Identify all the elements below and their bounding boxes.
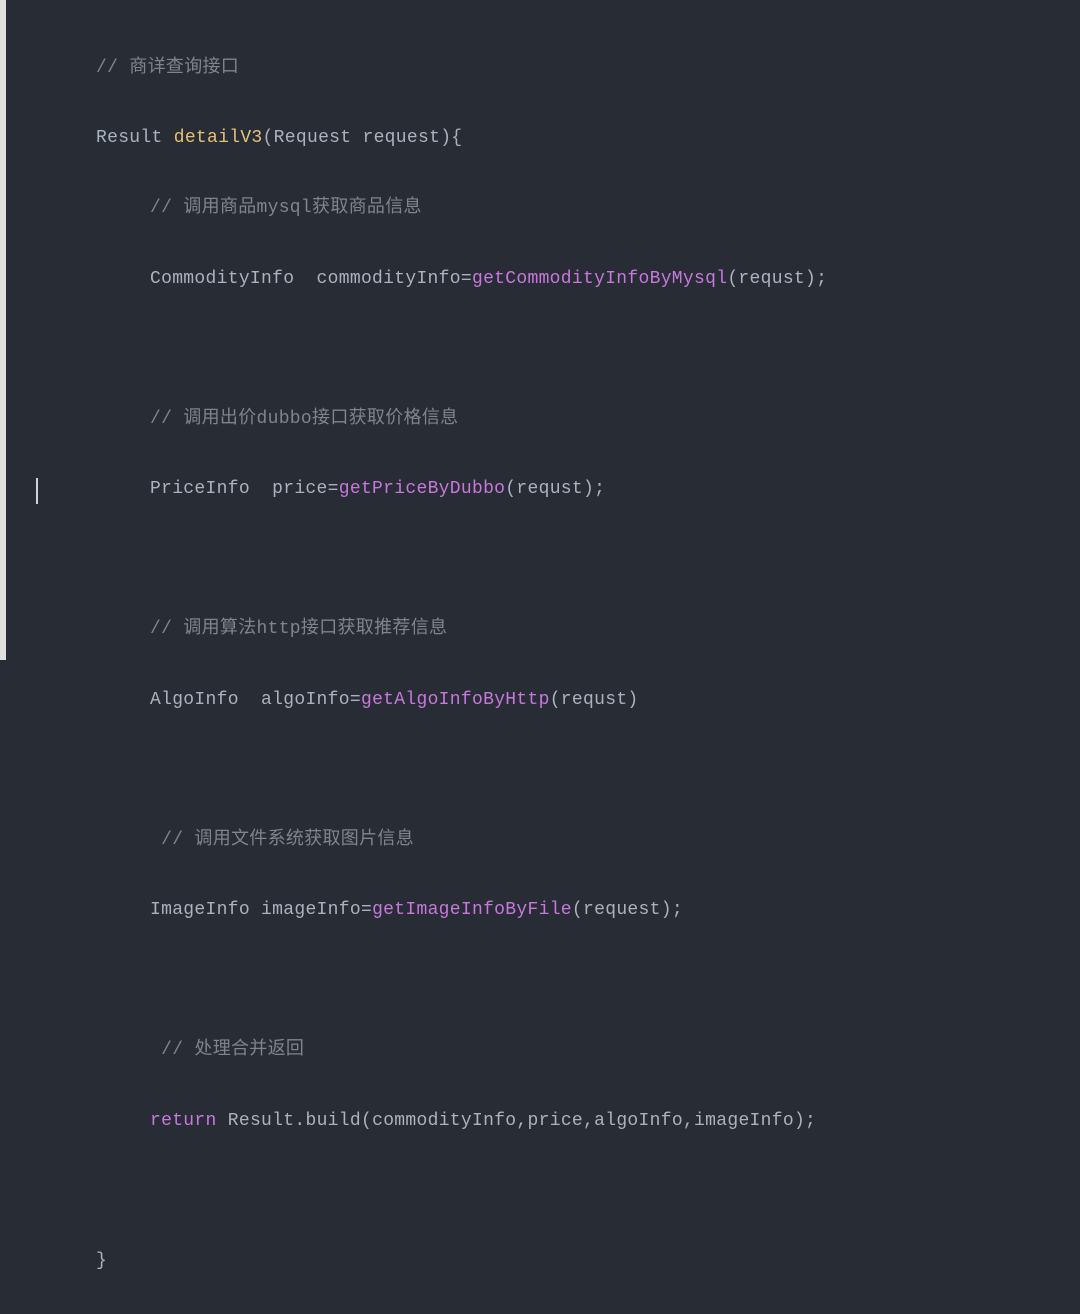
method-call: getCommodityInfoByMysql [472,269,727,289]
method: build [305,1111,361,1131]
code-line: // 商详查询接口 [0,51,1080,86]
method-call: getPriceByDubbo [339,479,506,499]
blank-line [0,332,1080,367]
comment: // 调用算法http接口获取推荐信息 [150,619,447,639]
paren: ( [263,128,274,148]
code-line: AlgoInfo algoInfo=getAlgoInfoByHttp(requ… [0,683,1080,718]
editor-gutter [0,0,6,660]
code-line: // 调用文件系统获取图片信息 [0,823,1080,858]
code-line: ImageInfo imageInfo=getImageInfoByFile(r… [0,893,1080,928]
type: AlgoInfo [150,690,261,710]
comment: // 商详查询接口 [96,58,239,78]
method-call: getImageInfoByFile [372,900,572,920]
close-brace: } [96,1251,107,1271]
paren: ){ [440,128,462,148]
blank-line [0,753,1080,788]
var: imageInfo [261,900,361,920]
type: ImageInfo [150,900,261,920]
comment: // 调用出价dubbo接口获取价格信息 [150,409,458,429]
blank-line [0,542,1080,577]
args: (requst); [505,479,605,499]
var: algoInfo [261,690,350,710]
blank-line [0,963,1080,998]
blank-line [0,1174,1080,1209]
return-type: Result [96,128,174,148]
method-call: getAlgoInfoByHttp [361,690,550,710]
var: price [272,479,328,499]
equals: = [361,900,372,920]
return-keyword: return [150,1111,217,1131]
code-line: // 调用算法http接口获取推荐信息 [0,612,1080,647]
type: PriceInfo [150,479,272,499]
code-line: PriceInfo price=getPriceByDubbo(requst); [0,472,1080,507]
code-editor[interactable]: // 商详查询接口 Result detailV3(Request reques… [0,0,1080,1314]
comment: // 调用商品mysql获取商品信息 [150,198,422,218]
code-line: // 调用出价dubbo接口获取价格信息 [0,402,1080,437]
args: (requst) [550,690,639,710]
equals: = [328,479,339,499]
type: CommodityInfo [150,269,317,289]
code-line: Result detailV3(Request request){ [0,121,1080,156]
code-line: } [0,1244,1080,1279]
comment: // 调用文件系统获取图片信息 [150,830,414,850]
class-ref: Result [228,1111,295,1131]
code-line: return Result.build(commodityInfo,price,… [0,1104,1080,1139]
args: (request); [572,900,683,920]
equals: = [461,269,472,289]
code-line: // 调用商品mysql获取商品信息 [0,191,1080,226]
code-line: // 处理合并返回 [0,1033,1080,1068]
dot: . [294,1111,305,1131]
space [217,1111,228,1131]
var: commodityInfo [317,269,461,289]
comment: // 处理合并返回 [150,1040,304,1060]
args: (commodityInfo,price,algoInfo,imageInfo)… [361,1111,816,1131]
code-line: CommodityInfo commodityInfo=getCommodity… [0,262,1080,297]
args: (requst); [727,269,827,289]
equals: = [350,690,361,710]
params: Request request [274,128,441,148]
method-name: detailV3 [174,128,263,148]
text-cursor [36,478,38,504]
